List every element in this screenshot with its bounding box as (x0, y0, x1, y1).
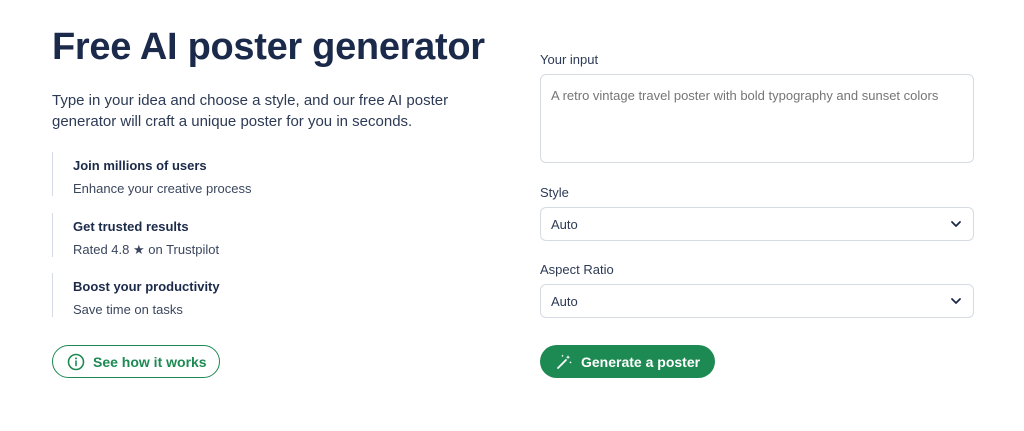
feature-desc: Save time on tasks (73, 302, 183, 317)
chevron-down-icon (949, 294, 963, 308)
aspect-ratio-label: Aspect Ratio (540, 262, 614, 277)
feature-item-users: Join millions of users Enhance your crea… (52, 152, 251, 196)
see-how-it-works-label: See how it works (93, 353, 207, 370)
style-label: Style (540, 185, 569, 200)
feature-item-trusted: Get trusted results Rated 4.8 ★ on Trust… (52, 213, 219, 257)
see-how-it-works-button[interactable]: See how it works (52, 345, 220, 378)
feature-desc: Rated 4.8 ★ on Trustpilot (73, 242, 220, 257)
feature-title: Boost your productivity (73, 279, 220, 294)
page-subtitle: Type in your idea and choose a style, an… (52, 92, 449, 130)
feature-title: Join millions of users (73, 158, 207, 173)
page-title: Free AI poster generator (52, 26, 485, 68)
aspect-ratio-select[interactable]: Auto (540, 284, 974, 318)
input-label: Your input (540, 52, 599, 67)
idea-input[interactable] (540, 74, 974, 163)
magic-wand-icon (555, 353, 573, 371)
feature-desc: Enhance your creative process (73, 181, 252, 196)
chevron-down-icon (949, 217, 963, 231)
feature-item-productivity: Boost your productivity Save time on tas… (52, 273, 220, 317)
generate-poster-label: Generate a poster (581, 353, 701, 370)
style-select[interactable]: Auto (540, 207, 974, 241)
style-select-value: Auto (551, 216, 578, 232)
generate-poster-button[interactable]: Generate a poster (540, 345, 715, 378)
feature-title: Get trusted results (73, 219, 189, 234)
aspect-ratio-select-value: Auto (551, 293, 578, 309)
info-circle-icon (67, 353, 85, 371)
